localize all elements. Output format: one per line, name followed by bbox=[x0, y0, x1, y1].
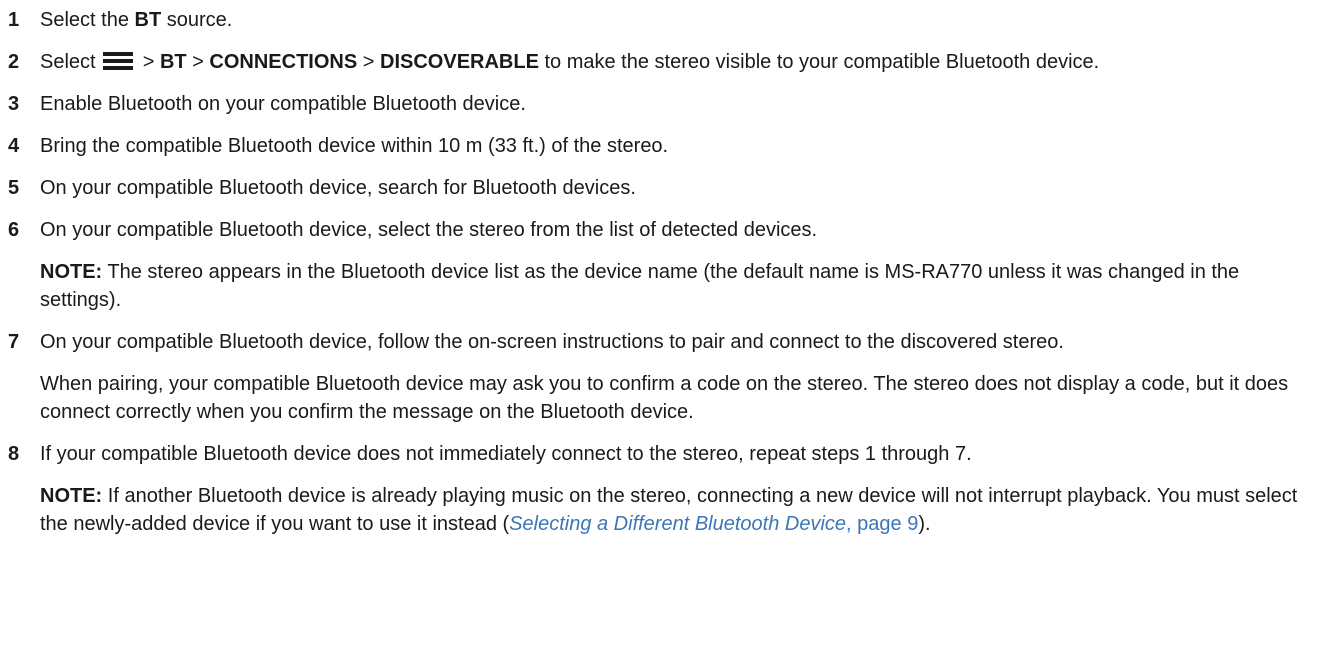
step-7: 7 On your compatible Bluetooth device, f… bbox=[8, 328, 1323, 426]
step-text: Select > BT > CONNECTIONS > DISCOVERABLE… bbox=[40, 51, 1100, 73]
bold-term: CONNECTIONS bbox=[209, 51, 358, 73]
step-number: 3 bbox=[8, 93, 20, 115]
step-number: 2 bbox=[8, 51, 20, 73]
note: NOTE: If another Bluetooth device is alr… bbox=[40, 485, 1298, 535]
step-4: 4 Bring the compatible Bluetooth device … bbox=[8, 132, 1323, 160]
step-number: 8 bbox=[8, 443, 20, 465]
step-detail: When pairing, your compatible Bluetooth … bbox=[40, 373, 1289, 423]
bold-term: BT bbox=[134, 9, 162, 31]
note-label: NOTE: bbox=[40, 485, 103, 507]
step-text: On your compatible Bluetooth device, sel… bbox=[40, 219, 818, 241]
step-3: 3 Enable Bluetooth on your compatible Bl… bbox=[8, 90, 1323, 118]
bold-term: DISCOVERABLE bbox=[380, 51, 539, 73]
step-number: 6 bbox=[8, 219, 20, 241]
cross-reference-link[interactable]: Selecting a Different Bluetooth Device bbox=[509, 513, 846, 535]
step-number: 1 bbox=[8, 9, 20, 31]
page-reference[interactable]: , page 9 bbox=[846, 513, 918, 535]
bold-term: BT bbox=[159, 51, 187, 73]
step-text: If your compatible Bluetooth device does… bbox=[40, 443, 972, 465]
step-1: 1 Select the BT source. bbox=[8, 6, 1323, 34]
step-text: On your compatible Bluetooth device, fol… bbox=[40, 331, 1064, 353]
step-text: Enable Bluetooth on your compatible Blue… bbox=[40, 93, 526, 115]
step-number: 7 bbox=[8, 331, 20, 353]
step-6: 6 On your compatible Bluetooth device, s… bbox=[8, 216, 1323, 314]
step-text: Bring the compatible Bluetooth device wi… bbox=[40, 135, 669, 157]
step-5: 5 On your compatible Bluetooth device, s… bbox=[8, 174, 1323, 202]
step-8: 8 If your compatible Bluetooth device do… bbox=[8, 440, 1323, 538]
step-2: 2 Select > BT > CONNECTIONS > DISCOVERAB… bbox=[8, 48, 1323, 76]
step-text: Select the BT source. bbox=[40, 9, 233, 31]
menu-icon bbox=[103, 52, 134, 70]
instruction-list: 1 Select the BT source. 2 Select > BT > … bbox=[0, 0, 1337, 538]
step-text: On your compatible Bluetooth device, sea… bbox=[40, 177, 636, 199]
step-number: 4 bbox=[8, 135, 20, 157]
step-number: 5 bbox=[8, 177, 20, 199]
note: NOTE: The stereo appears in the Bluetoot… bbox=[40, 261, 1240, 311]
note-label: NOTE: bbox=[40, 261, 103, 283]
